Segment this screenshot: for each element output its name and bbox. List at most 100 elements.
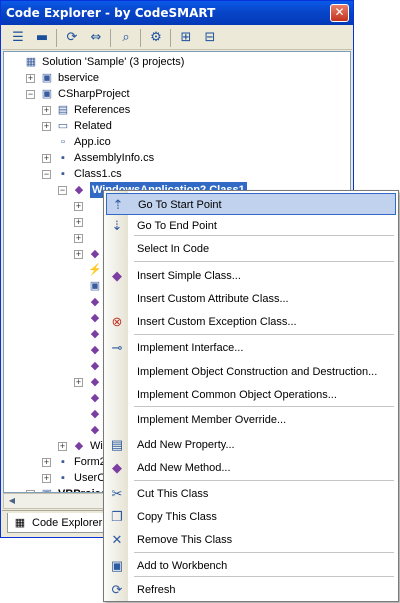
node-icon: ▣ bbox=[89, 280, 101, 292]
tree-node[interactable]: ▫ App.ico bbox=[4, 134, 350, 150]
menu-item[interactable]: ▣ Add to Workbench bbox=[106, 555, 396, 577]
node-icon: ◆ bbox=[90, 424, 100, 436]
tab-code-explorer[interactable]: ▦ Code Explorer bbox=[7, 513, 107, 533]
menu-item[interactable]: ✂ Cut This Class bbox=[106, 483, 396, 505]
menu-item-label: Add New Method... bbox=[137, 462, 231, 474]
menu-item-icon: ⊸ bbox=[111, 340, 123, 355]
menu-item[interactable]: Implement Object Construction and Destru… bbox=[106, 361, 396, 383]
tab-label: Code Explorer bbox=[32, 517, 103, 529]
expand-icon[interactable]: + bbox=[42, 474, 51, 483]
toolbar-separator bbox=[56, 29, 57, 47]
node-icon: ◆ bbox=[90, 248, 100, 260]
sync-icon[interactable]: ⇔ bbox=[86, 28, 106, 48]
options-icon[interactable]: ⚙ bbox=[146, 28, 166, 48]
menu-item-label: Go To End Point bbox=[137, 220, 217, 232]
tree-node[interactable]: + ▤ References bbox=[4, 102, 350, 118]
toolbar: ☰ ▬ ⟳ ⇔ ⌕ ⚙ ⊞ ⊟ bbox=[2, 26, 352, 50]
expand-icon[interactable]: + bbox=[42, 122, 51, 131]
menu-item[interactable]: ⊗ Insert Custom Exception Class... bbox=[106, 311, 396, 333]
menu-item[interactable]: Implement Member Override... bbox=[106, 409, 396, 431]
expand-icon[interactable]: + bbox=[74, 218, 83, 227]
expand-icon[interactable]: + bbox=[74, 234, 83, 243]
title-bar[interactable]: Code Explorer - by CodeSMART ✕ bbox=[1, 1, 353, 25]
node-icon: ◆ bbox=[74, 440, 84, 452]
node-icon: ◆ bbox=[90, 344, 100, 356]
tree-node[interactable]: − ▣ CSharpProject bbox=[4, 86, 350, 102]
menu-item-icon: ◆ bbox=[112, 268, 122, 283]
menu-separator bbox=[134, 334, 394, 335]
collapse-all-icon[interactable]: ⊟ bbox=[200, 28, 220, 48]
tree-node[interactable]: ▦ Solution 'Sample' (3 projects) bbox=[4, 54, 350, 70]
tree-node[interactable]: − ▪ Class1.cs bbox=[4, 166, 350, 182]
menu-item-label: Add New Property... bbox=[137, 439, 235, 451]
menu-item[interactable]: ◆ Add New Method... bbox=[106, 457, 396, 479]
node-icon bbox=[88, 199, 102, 213]
menu-item[interactable]: Implement Common Object Operations... bbox=[106, 384, 396, 406]
menu-item-icon: ◆ bbox=[112, 460, 122, 475]
expand-icon[interactable]: + bbox=[74, 250, 83, 259]
expand-icon[interactable]: + bbox=[26, 74, 35, 83]
node-icon bbox=[88, 231, 102, 245]
expand-icon[interactable]: + bbox=[42, 154, 51, 163]
expand-icon[interactable]: + bbox=[74, 378, 83, 387]
node-icon: ◆ bbox=[74, 184, 84, 196]
menu-item[interactable]: ⟳ Refresh bbox=[106, 579, 396, 601]
menu-separator bbox=[134, 261, 394, 262]
node-icon: ◆ bbox=[90, 312, 100, 324]
collapse-node-icon[interactable]: − bbox=[42, 170, 51, 179]
node-icon: ▪ bbox=[61, 168, 65, 180]
menu-item-icon: ▣ bbox=[110, 558, 124, 573]
menu-item[interactable]: ❐ Copy This Class bbox=[106, 506, 396, 528]
tree-node-label: Solution 'Sample' (3 projects) bbox=[42, 56, 185, 68]
menu-item-icon bbox=[109, 387, 125, 403]
scroll-left-icon[interactable]: ◀ bbox=[5, 495, 19, 507]
node-icon: ▪ bbox=[61, 456, 65, 468]
menu-item-icon: ⟳ bbox=[111, 582, 123, 597]
menu-separator bbox=[134, 552, 394, 553]
expand-icon[interactable]: + bbox=[58, 442, 67, 451]
menu-item-label: Insert Custom Exception Class... bbox=[137, 316, 297, 328]
menu-item[interactable]: Select In Code bbox=[106, 238, 396, 260]
node-icon: ▪ bbox=[61, 152, 65, 164]
menu-item-icon bbox=[109, 291, 125, 307]
node-icon: ⚡ bbox=[88, 264, 102, 276]
menu-item-icon bbox=[109, 241, 125, 257]
menu-item[interactable]: ◆ Insert Simple Class... bbox=[106, 265, 396, 287]
node-icon: ▣ bbox=[41, 88, 53, 100]
menu-item-icon: ⇣ bbox=[111, 218, 123, 233]
toolbar-separator bbox=[170, 29, 171, 47]
expand-icon[interactable]: + bbox=[42, 458, 51, 467]
expand-icon[interactable]: + bbox=[42, 106, 51, 115]
properties-icon[interactable]: ☰ bbox=[8, 28, 28, 48]
node-icon: ◆ bbox=[90, 296, 100, 308]
refresh-icon[interactable]: ⟳ bbox=[62, 28, 82, 48]
toolbar-separator bbox=[110, 29, 111, 47]
menu-item[interactable]: Insert Custom Attribute Class... bbox=[106, 288, 396, 310]
expand-all-icon[interactable]: ⊞ bbox=[176, 28, 196, 48]
node-icon: ◆ bbox=[90, 360, 100, 372]
tree-node[interactable]: + ▣ bservice bbox=[4, 70, 350, 86]
menu-item-label: Select In Code bbox=[137, 243, 210, 255]
close-button[interactable]: ✕ bbox=[330, 4, 349, 22]
node-icon: ◆ bbox=[90, 408, 100, 420]
menu-item[interactable]: ⇣ Go To End Point bbox=[106, 215, 396, 237]
node-icon: ▭ bbox=[57, 120, 69, 132]
expand-icon[interactable]: + bbox=[74, 202, 83, 211]
tree-node-label: CSharpProject bbox=[58, 88, 130, 100]
collapse-icon[interactable]: ▬ bbox=[32, 28, 52, 48]
menu-item[interactable]: ✕ Remove This Class bbox=[106, 529, 396, 551]
tree-node-label: AssemblyInfo.cs bbox=[74, 152, 155, 164]
collapse-node-icon[interactable]: − bbox=[58, 186, 67, 195]
find-icon[interactable]: ⌕ bbox=[116, 28, 136, 48]
node-icon: ◆ bbox=[90, 392, 100, 404]
node-icon: ◆ bbox=[90, 376, 100, 388]
tree-node[interactable]: + ▭ Related bbox=[4, 118, 350, 134]
close-icon: ✕ bbox=[334, 5, 345, 19]
menu-item-label: Refresh bbox=[137, 584, 176, 596]
collapse-node-icon[interactable]: − bbox=[26, 90, 35, 99]
menu-item[interactable]: ⇡ Go To Start Point bbox=[106, 193, 396, 215]
tree-node[interactable]: + ▪ AssemblyInfo.cs bbox=[4, 150, 350, 166]
menu-item[interactable]: ▤ Add New Property... bbox=[106, 434, 396, 456]
menu-item[interactable]: ⊸ Implement Interface... bbox=[106, 337, 396, 359]
node-icon: ▫ bbox=[61, 136, 65, 148]
